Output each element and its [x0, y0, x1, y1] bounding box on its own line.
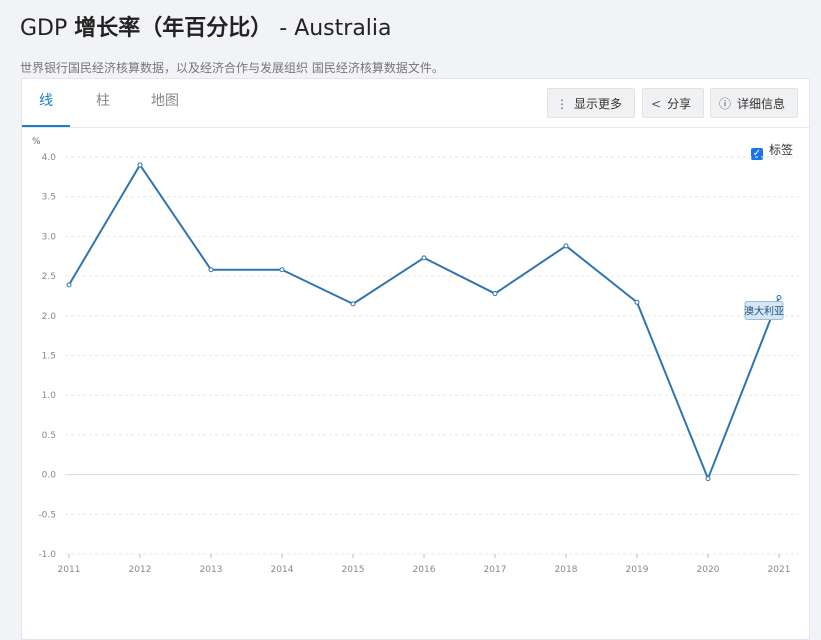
y-tick-label: 3.0 — [42, 232, 57, 242]
details-label: 详细信息 — [737, 97, 786, 111]
page-title: GDP 增长率（年百分比） - Australia — [20, 10, 392, 42]
tab-line[interactable]: 线 — [22, 79, 70, 127]
share-icon: < — [651, 97, 662, 111]
tab-bar[interactable]: 柱 — [84, 79, 122, 125]
y-tick-label: 1.5 — [42, 352, 56, 362]
y-tick-label: -1.0 — [38, 550, 56, 560]
title-country: - Australia — [272, 16, 392, 41]
page-subtitle: 世界银行国民经济核算数据，以及经济合作与发展组织 国民经济核算数据文件。 — [20, 61, 444, 75]
data-point — [137, 162, 143, 168]
data-point — [634, 299, 640, 305]
y-tick-label: 1.0 — [42, 391, 57, 401]
x-tick-label: 2013 — [200, 565, 223, 575]
title-main: 增长率（年百分比） — [74, 16, 273, 41]
y-tick-label: 0.5 — [42, 431, 56, 441]
data-point — [350, 301, 356, 307]
more-vertical-icon: ⋮ — [556, 97, 568, 111]
chart-tabs: 线 柱 地图 ⋮ 显示更多 < 分享 ⓘ 详细信息 — [22, 79, 809, 128]
data-point — [705, 476, 711, 482]
x-tick-label: 2018 — [555, 565, 578, 575]
line-chart: %4.0 3.5 3.0 2.5 2.0 1.5 1.0 0.5 0.0 -0.5 -1.02011… — [32, 137, 799, 575]
title-prefix: GDP — [20, 16, 75, 41]
tab-map[interactable]: 地图 — [140, 79, 190, 125]
x-tick-label: 2012 — [129, 565, 152, 575]
data-point — [66, 282, 72, 288]
y-tick-label: 2.5 — [42, 272, 56, 282]
details-button[interactable]: ⓘ 详细信息 — [710, 88, 798, 118]
x-tick-label: 2011 — [58, 565, 81, 575]
x-tick-label: 2021 — [768, 565, 791, 575]
show-more-button[interactable]: ⋮ 显示更多 — [547, 88, 635, 118]
y-tick-label: -0.5 — [38, 510, 56, 520]
data-point — [563, 243, 569, 249]
x-tick-label: 2016 — [413, 565, 436, 575]
data-point — [492, 291, 498, 297]
y-axis-unit: % — [32, 137, 41, 147]
y-tick-label: 4.0 — [42, 153, 57, 163]
data-point — [208, 267, 214, 273]
y-tick-label: 0.0 — [42, 471, 57, 481]
series-line — [68, 163, 780, 480]
x-tick-label: 2014 — [271, 565, 294, 575]
chart-card: 线 柱 地图 ⋮ 显示更多 < 分享 ⓘ 详细信息 ✓ 标签 % 4.0 3.5 3.0 2.5… — [21, 78, 810, 640]
x-tick-label: 2019 — [626, 565, 649, 575]
share-label: 分享 — [667, 97, 692, 111]
y-tick-label: 3.5 — [42, 193, 56, 203]
show-more-label: 显示更多 — [574, 97, 623, 111]
data-point — [421, 255, 427, 261]
info-icon: ⓘ — [719, 97, 732, 111]
series-label: 澳大利亚 — [744, 305, 784, 318]
x-tick-label: 2015 — [342, 565, 365, 575]
data-point — [776, 295, 782, 301]
share-button[interactable]: < 分享 — [642, 88, 704, 118]
data-point — [279, 267, 285, 273]
x-tick-label: 2017 — [484, 565, 507, 575]
y-tick-label: 2.0 — [42, 312, 57, 322]
x-tick-label: 2020 — [697, 565, 720, 575]
